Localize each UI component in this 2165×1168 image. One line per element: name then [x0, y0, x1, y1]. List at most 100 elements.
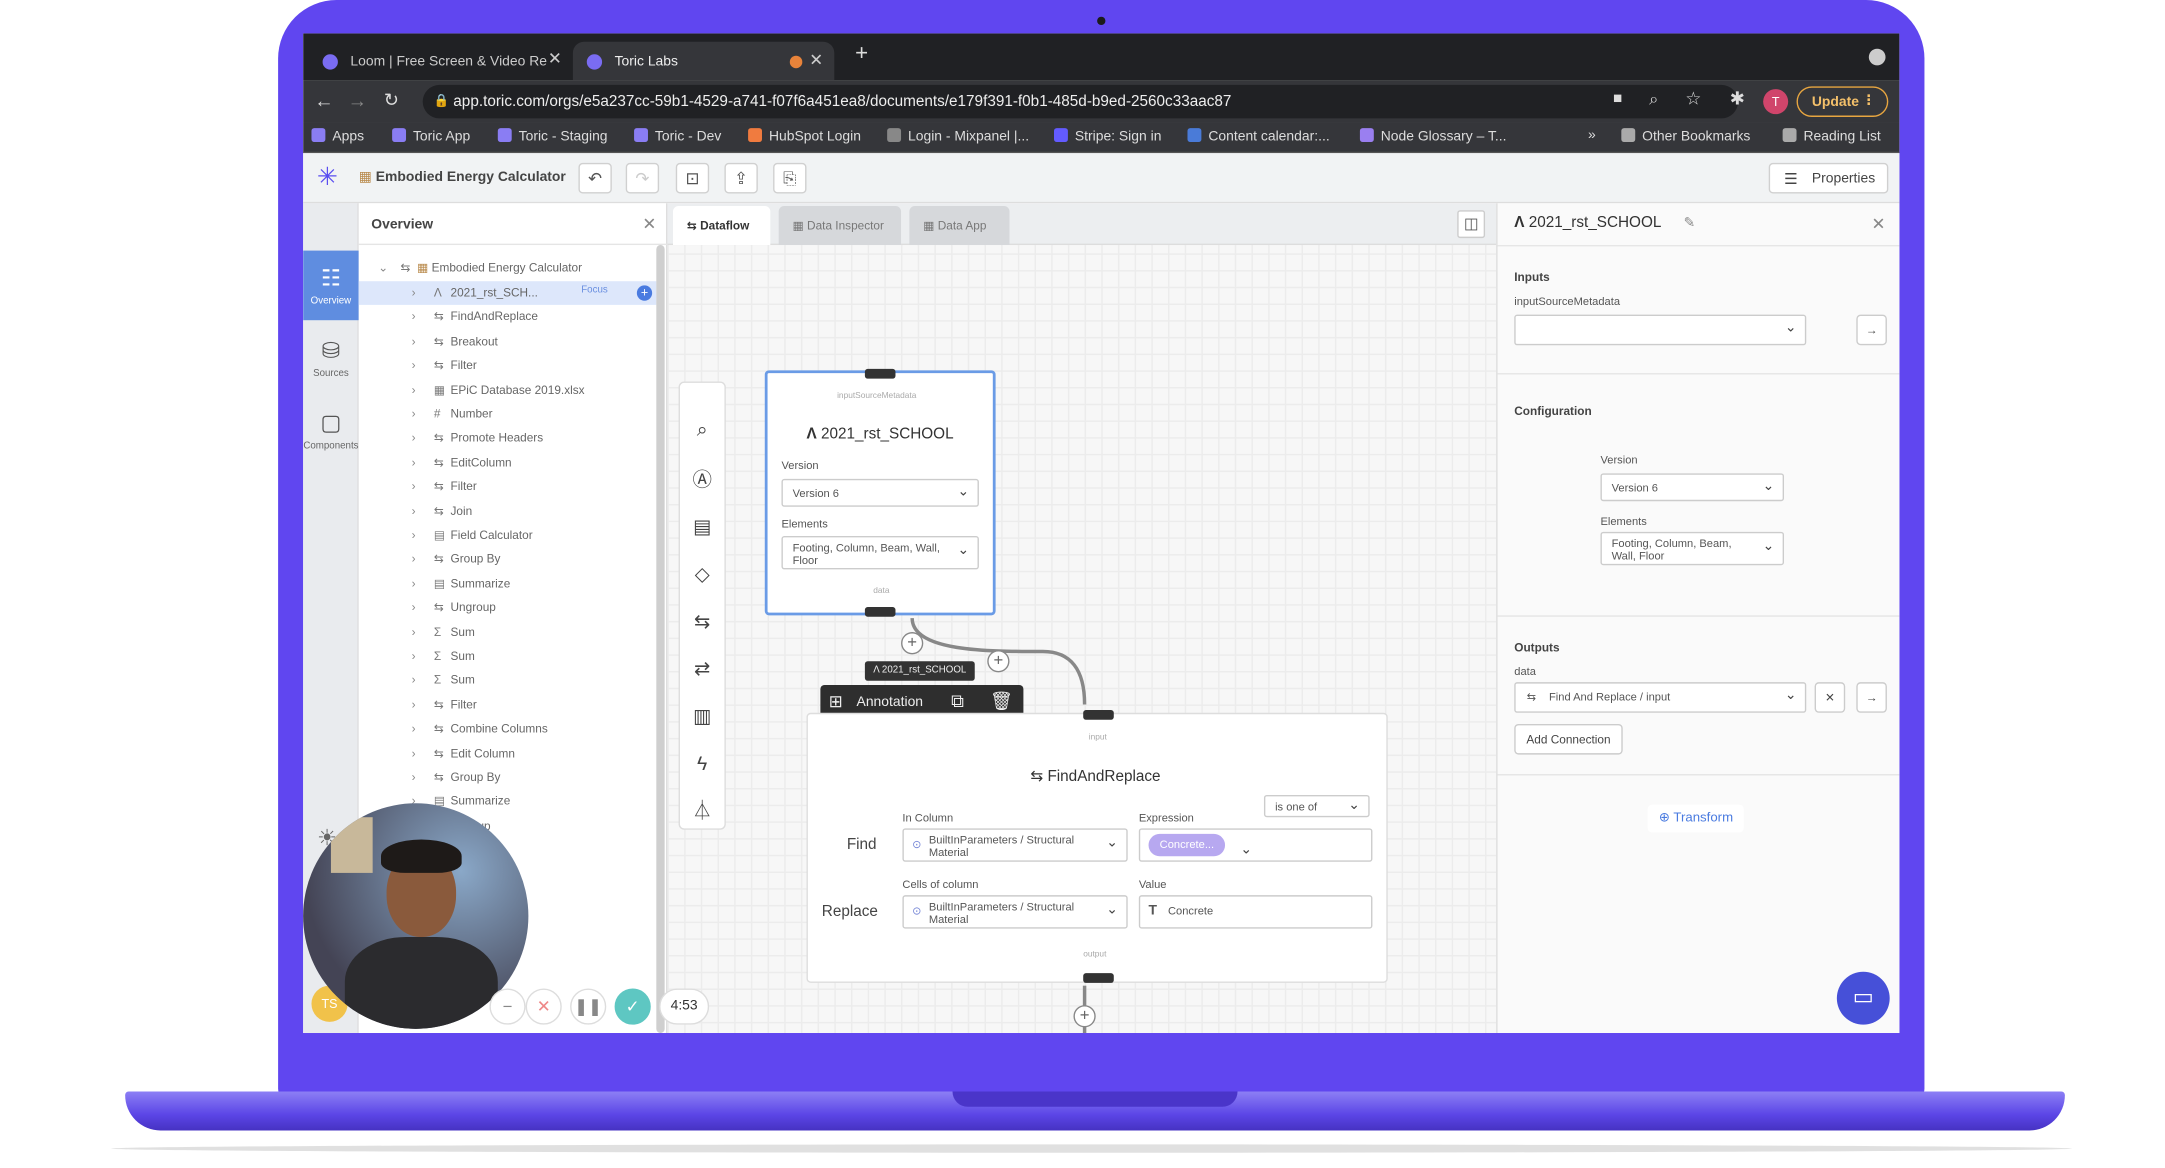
- focus-badge[interactable]: Focus: [581, 285, 608, 295]
- profile-avatar[interactable]: T: [1763, 89, 1789, 115]
- new-tab-button[interactable]: +: [855, 42, 868, 67]
- output-connection-select[interactable]: ⇆ Find And Replace / input ⌄: [1514, 682, 1807, 713]
- overview-scrollbar[interactable]: [656, 245, 665, 1034]
- pin-icon[interactable]: ✎: [1684, 216, 1696, 231]
- chevron-right-icon[interactable]: ›: [412, 382, 426, 396]
- chevron-right-icon[interactable]: ›: [412, 407, 426, 421]
- tree-item[interactable]: › ⇆ Breakout: [359, 330, 657, 354]
- tree-item[interactable]: › ⇆ Ungroup: [359, 596, 657, 620]
- annotation-button[interactable]: Annotation: [857, 695, 924, 710]
- input-source-select[interactable]: ⌄: [1514, 314, 1807, 346]
- find-expression-field[interactable]: Concrete... ⌄: [1138, 828, 1373, 862]
- chevron-right-icon[interactable]: ›: [412, 431, 426, 445]
- add-node-plus-icon[interactable]: +: [987, 650, 1010, 673]
- chevron-right-icon[interactable]: ›: [412, 503, 426, 517]
- tree-item[interactable]: › ⇆ Group By: [359, 766, 657, 790]
- bookmark-apps[interactable]: Apps: [311, 128, 364, 145]
- rail-components[interactable]: ▢ Components: [303, 395, 359, 465]
- dataflow-canvas[interactable]: ⇆ Dataflow ▦ Data Inspector ▦ Data App ◫…: [667, 203, 1497, 1034]
- input-port[interactable]: [1083, 710, 1114, 720]
- other-bookmarks[interactable]: Other Bookmarks: [1621, 128, 1750, 145]
- chevron-right-icon[interactable]: ›: [412, 770, 426, 784]
- chevron-right-icon[interactable]: ›: [412, 455, 426, 469]
- bookmark-star-icon[interactable]: ☆: [1685, 88, 1701, 110]
- transform-button[interactable]: ⊕ Transform: [1647, 804, 1745, 833]
- close-icon[interactable]: ✕: [1872, 214, 1886, 233]
- tree-item[interactable]: › Σ Sum: [359, 620, 657, 644]
- expression-chip[interactable]: Concrete...: [1148, 833, 1226, 857]
- tree-item[interactable]: › ⇆ EditColumn: [359, 451, 657, 475]
- trash-icon[interactable]: 🗑: [990, 691, 1013, 713]
- chevron-right-icon[interactable]: ›: [412, 600, 426, 614]
- annotation-icon[interactable]: ⊞: [829, 692, 843, 711]
- chevron-right-icon[interactable]: ›: [412, 334, 426, 348]
- chevron-right-icon[interactable]: ›: [412, 285, 426, 299]
- elements-select[interactable]: Footing, Column, Beam, Wall, Floor ⌄: [1600, 531, 1785, 566]
- replace-column-select[interactable]: ⊙ BuiltInParameters / Structural Material…: [902, 895, 1128, 929]
- find-replace-node[interactable]: input ⇆ FindAndReplace is one of ⌄ In Col…: [806, 710, 1388, 983]
- bookmark-mixpanel[interactable]: Login - Mixpanel |...: [887, 128, 1029, 145]
- tree-item[interactable]: › Σ Sum: [359, 669, 657, 693]
- tree-item[interactable]: › ⇆ Join: [359, 499, 657, 523]
- rail-sources[interactable]: ⛁ Sources: [303, 323, 359, 393]
- tree-item[interactable]: › ▦ EPiC Database 2019.xlsx: [359, 378, 657, 402]
- add-node-plus-icon[interactable]: +: [1073, 1005, 1096, 1028]
- properties-button[interactable]: ☰ Properties: [1768, 162, 1889, 194]
- chevron-right-icon[interactable]: ›: [412, 673, 426, 687]
- tree-item[interactable]: › ⇆ Edit Column: [359, 741, 657, 765]
- loom-pause-button[interactable]: ❚❚: [570, 988, 607, 1025]
- elements-select[interactable]: Footing, Column, Beam, Wall, Floor ⌄: [781, 535, 979, 570]
- camera-icon[interactable]: ■: [1613, 90, 1622, 107]
- chevron-right-icon[interactable]: ›: [412, 479, 426, 493]
- extensions-icon[interactable]: ✱: [1730, 88, 1745, 110]
- zoom-icon[interactable]: ⌕: [1649, 89, 1658, 110]
- export-button[interactable]: ⎘: [773, 162, 807, 194]
- loom-minimize-button[interactable]: −: [489, 988, 526, 1025]
- bookmark-content-calendar[interactable]: Content calendar:...: [1187, 128, 1330, 145]
- forward-arrow-icon[interactable]: →: [348, 89, 367, 111]
- add-plus-icon[interactable]: +: [636, 285, 653, 301]
- bookmark-toric-staging[interactable]: Toric - Staging: [497, 128, 608, 145]
- fit-view-button[interactable]: ⊡: [675, 162, 710, 194]
- update-button[interactable]: Update ⋮: [1796, 86, 1889, 117]
- go-to-output-button[interactable]: →: [1856, 682, 1887, 713]
- chevron-right-icon[interactable]: ›: [412, 358, 426, 372]
- tree-item[interactable]: › ⇆ Filter: [359, 693, 657, 717]
- chevron-right-icon[interactable]: ›: [412, 649, 426, 663]
- chevron-right-icon[interactable]: ›: [412, 552, 426, 566]
- reading-list[interactable]: Reading List: [1782, 128, 1881, 145]
- bookmark-node-glossary[interactable]: Node Glossary – T...: [1359, 128, 1506, 145]
- version-select[interactable]: Version 6 ⌄: [781, 478, 979, 507]
- loom-cancel-button[interactable]: ✕: [525, 988, 562, 1025]
- input-port[interactable]: [864, 368, 896, 379]
- more-bookmarks-button[interactable]: »: [1588, 128, 1596, 143]
- chevron-right-icon[interactable]: ›: [412, 746, 426, 760]
- tree-item[interactable]: › ⇆ Filter: [359, 475, 657, 499]
- chat-support-icon[interactable]: ▭: [1836, 971, 1890, 1025]
- browser-tab-toric[interactable]: Toric Labs ✕: [572, 41, 835, 81]
- chevron-right-icon[interactable]: ›: [412, 576, 426, 590]
- output-port[interactable]: [864, 606, 896, 617]
- tree-item[interactable]: › Σ Sum: [359, 645, 657, 669]
- source-node[interactable]: inputSourceMetadata Λ 2021_rst_SCHOOL Ve…: [764, 368, 996, 617]
- add-connection-button[interactable]: Add Connection: [1514, 723, 1623, 755]
- rail-overview[interactable]: ☷ Overview: [303, 250, 359, 321]
- url-field[interactable]: 🔒 app.toric.com/orgs/e5a237cc-59b1-4529-…: [422, 84, 1739, 119]
- tree-item[interactable]: › ⇆ FindAndReplace: [359, 305, 657, 329]
- chevron-right-icon[interactable]: ›: [412, 721, 426, 735]
- replace-value-field[interactable]: T Concrete: [1138, 895, 1373, 929]
- go-to-input-button[interactable]: →: [1856, 314, 1887, 346]
- tab-search-icon[interactable]: [1868, 48, 1886, 66]
- redo-button[interactable]: ↷: [625, 162, 660, 194]
- tree-item[interactable]: › ⇆ Promote Headers: [359, 427, 657, 451]
- close-tab-icon[interactable]: ✕: [548, 49, 562, 68]
- tree-item[interactable]: › # Number: [359, 402, 657, 426]
- document-title[interactable]: ▦ Embodied Energy Calculator: [359, 170, 566, 185]
- bookmark-toric-dev[interactable]: Toric - Dev: [634, 128, 721, 145]
- remove-connection-button[interactable]: ✕: [1814, 682, 1846, 713]
- bookmark-stripe[interactable]: Stripe: Sign in: [1053, 128, 1161, 145]
- loom-finish-button[interactable]: ✓: [614, 988, 651, 1025]
- undo-button[interactable]: ↶: [578, 162, 612, 194]
- output-port[interactable]: [1083, 973, 1114, 983]
- tree-item[interactable]: › ▤ Field Calculator: [359, 523, 657, 547]
